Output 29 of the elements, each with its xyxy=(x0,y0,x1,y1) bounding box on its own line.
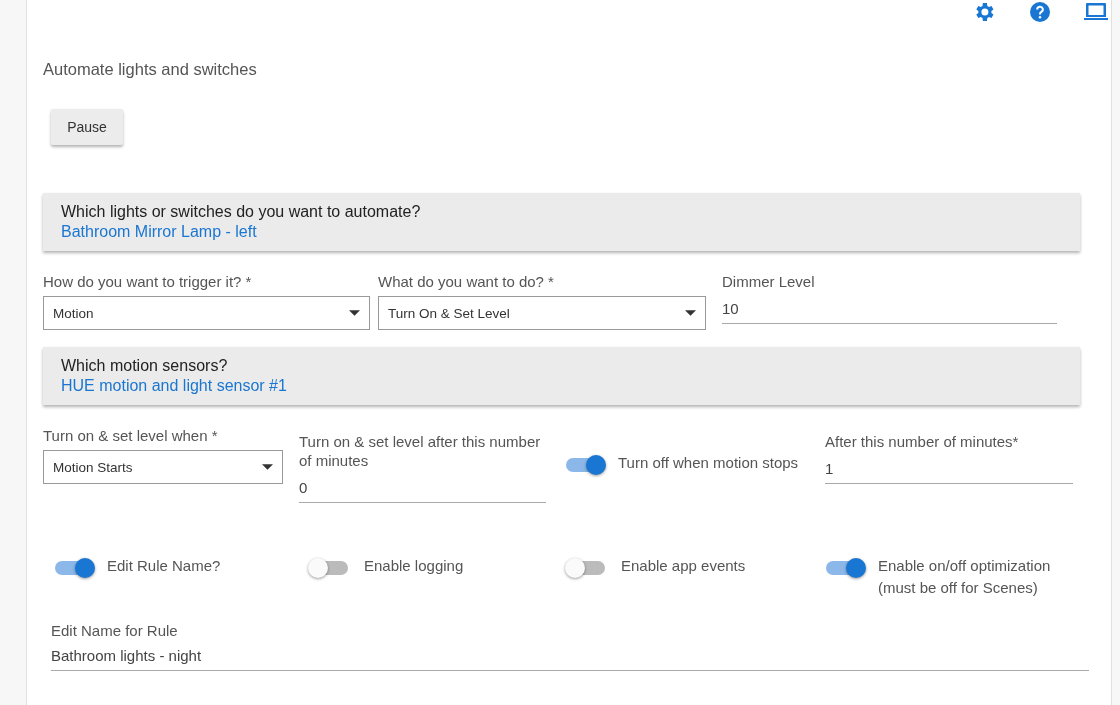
help-icon[interactable] xyxy=(1027,0,1053,24)
input-field[interactable]: 10 xyxy=(722,296,1057,324)
caret-icon xyxy=(349,310,360,316)
field-label: How do you want to trigger it? * xyxy=(43,272,253,291)
field-label: Turn on & set level when * xyxy=(43,426,219,445)
toggle-label: Enable on/off optimization (must be off for Scenes) xyxy=(878,556,1052,598)
input-field[interactable]: 0 xyxy=(299,475,546,503)
caret-icon xyxy=(685,310,696,316)
section-question: Which motion sensors? xyxy=(61,357,229,375)
input-field[interactable]: 1 xyxy=(825,456,1073,484)
toggle-label: Turn off when motion stops xyxy=(618,453,799,473)
field-label: What do you want to do? * xyxy=(378,272,555,291)
device-link[interactable]: Bathroom Mirror Lamp - left xyxy=(61,223,1062,241)
field-label: Turn on & set level after this number of minutes xyxy=(299,432,542,470)
section-question: Which lights or switches do you want to automate? xyxy=(61,203,422,221)
toggle-label: Enable app events xyxy=(621,556,746,576)
dropdown[interactable]: Turn On & Set Level xyxy=(378,296,706,330)
caret-icon xyxy=(262,464,273,470)
pause-button[interactable]: Pause xyxy=(51,109,123,145)
toggle-label: Enable logging xyxy=(364,556,464,576)
device-link[interactable]: HUE motion and light sensor #1 xyxy=(61,377,1062,395)
toggle-label: Edit Rule Name? xyxy=(107,556,221,576)
dropdown[interactable]: Motion xyxy=(43,296,370,330)
field-label: Edit Name for Rule xyxy=(51,621,179,640)
field-label: After this number of minutes* xyxy=(825,432,1020,451)
field-label: Dimmer Level xyxy=(722,272,816,291)
input-field[interactable]: Bathroom lights - night xyxy=(51,645,1089,671)
page-title: Automate lights and switches xyxy=(43,60,258,79)
dropdown[interactable]: Motion Starts xyxy=(43,450,283,484)
